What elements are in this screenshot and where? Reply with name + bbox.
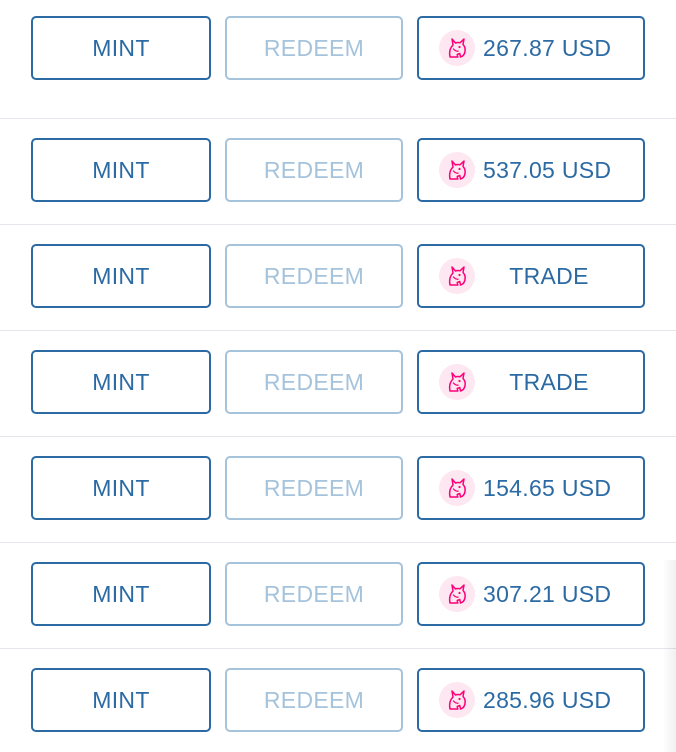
price-label: 537.05 USD bbox=[483, 156, 612, 183]
action-row: MINT REDEEM TRADE bbox=[0, 244, 676, 350]
redeem-button[interactable]: REDEEM bbox=[225, 562, 403, 626]
uniswap-unicorn-icon bbox=[439, 30, 475, 66]
uniswap-unicorn-icon bbox=[439, 682, 475, 718]
mint-button[interactable]: MINT bbox=[31, 16, 211, 80]
redeem-button[interactable]: REDEEM bbox=[225, 16, 403, 80]
mint-button[interactable]: MINT bbox=[31, 244, 211, 308]
uniswap-price-button[interactable]: 307.21 USD bbox=[417, 562, 645, 626]
trade-label: TRADE bbox=[509, 368, 589, 395]
mint-button[interactable]: MINT bbox=[31, 562, 211, 626]
uniswap-trade-button[interactable]: TRADE bbox=[417, 350, 645, 414]
action-row: MINT REDEEM 154.65 USD bbox=[0, 456, 676, 562]
action-row: MINT REDEEM TRADE bbox=[0, 350, 676, 456]
mint-button[interactable]: MINT bbox=[31, 350, 211, 414]
trade-label: TRADE bbox=[509, 262, 589, 289]
uniswap-price-button[interactable]: 537.05 USD bbox=[417, 138, 645, 202]
action-list: MINT REDEEM 267.87 USD MINT REDEEM 537.05 USD… bbox=[0, 0, 676, 752]
uniswap-price-button[interactable]: 154.65 USD bbox=[417, 456, 645, 520]
uniswap-price-button[interactable]: 267.87 USD bbox=[417, 16, 645, 80]
uniswap-unicorn-icon bbox=[439, 364, 475, 400]
redeem-button[interactable]: REDEEM bbox=[225, 456, 403, 520]
mint-button[interactable]: MINT bbox=[31, 456, 211, 520]
action-row: MINT REDEEM 285.96 USD bbox=[0, 668, 676, 752]
redeem-button[interactable]: REDEEM bbox=[225, 668, 403, 732]
price-label: 154.65 USD bbox=[483, 474, 612, 501]
redeem-button[interactable]: REDEEM bbox=[225, 138, 403, 202]
uniswap-trade-button[interactable]: TRADE bbox=[417, 244, 645, 308]
action-row: MINT REDEEM 267.87 USD bbox=[0, 16, 676, 122]
action-row: MINT REDEEM 307.21 USD bbox=[0, 562, 676, 668]
price-label: 267.87 USD bbox=[483, 34, 612, 61]
uniswap-unicorn-icon bbox=[439, 258, 475, 294]
uniswap-unicorn-icon bbox=[439, 576, 475, 612]
uniswap-price-button[interactable]: 285.96 USD bbox=[417, 668, 645, 732]
uniswap-unicorn-icon bbox=[439, 470, 475, 506]
mint-button[interactable]: MINT bbox=[31, 668, 211, 732]
price-label: 307.21 USD bbox=[483, 580, 612, 607]
price-label: 285.96 USD bbox=[483, 686, 612, 713]
redeem-button[interactable]: REDEEM bbox=[225, 244, 403, 308]
mint-button[interactable]: MINT bbox=[31, 138, 211, 202]
action-row: MINT REDEEM 537.05 USD bbox=[0, 138, 676, 244]
uniswap-unicorn-icon bbox=[439, 152, 475, 188]
redeem-button[interactable]: REDEEM bbox=[225, 350, 403, 414]
